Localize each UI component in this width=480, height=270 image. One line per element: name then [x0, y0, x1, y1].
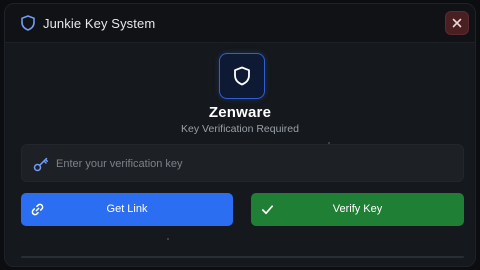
window-title: Junkie Key System	[43, 16, 156, 31]
get-link-button[interactable]: Get Link	[21, 193, 233, 226]
verify-key-label: Verify Key	[332, 203, 383, 215]
key-icon	[33, 157, 48, 172]
key-input[interactable]	[56, 145, 456, 183]
brand-logo	[219, 53, 265, 99]
decorative-dot	[167, 238, 169, 240]
shield-icon	[234, 66, 250, 86]
close-button[interactable]	[445, 11, 469, 35]
key-system-window: Junkie Key System Zenware Key Verificati…	[4, 3, 476, 267]
verify-key-button[interactable]: Verify Key	[251, 193, 464, 226]
shield-icon	[21, 15, 35, 31]
brand-name: Zenware	[208, 104, 272, 121]
close-icon	[452, 18, 462, 28]
bottom-divider	[21, 256, 464, 258]
get-link-label: Get Link	[106, 203, 148, 215]
brand-subtitle: Key Verification Required	[181, 123, 299, 135]
key-input-field[interactable]	[21, 144, 464, 183]
title-bar: Junkie Key System	[5, 4, 475, 43]
